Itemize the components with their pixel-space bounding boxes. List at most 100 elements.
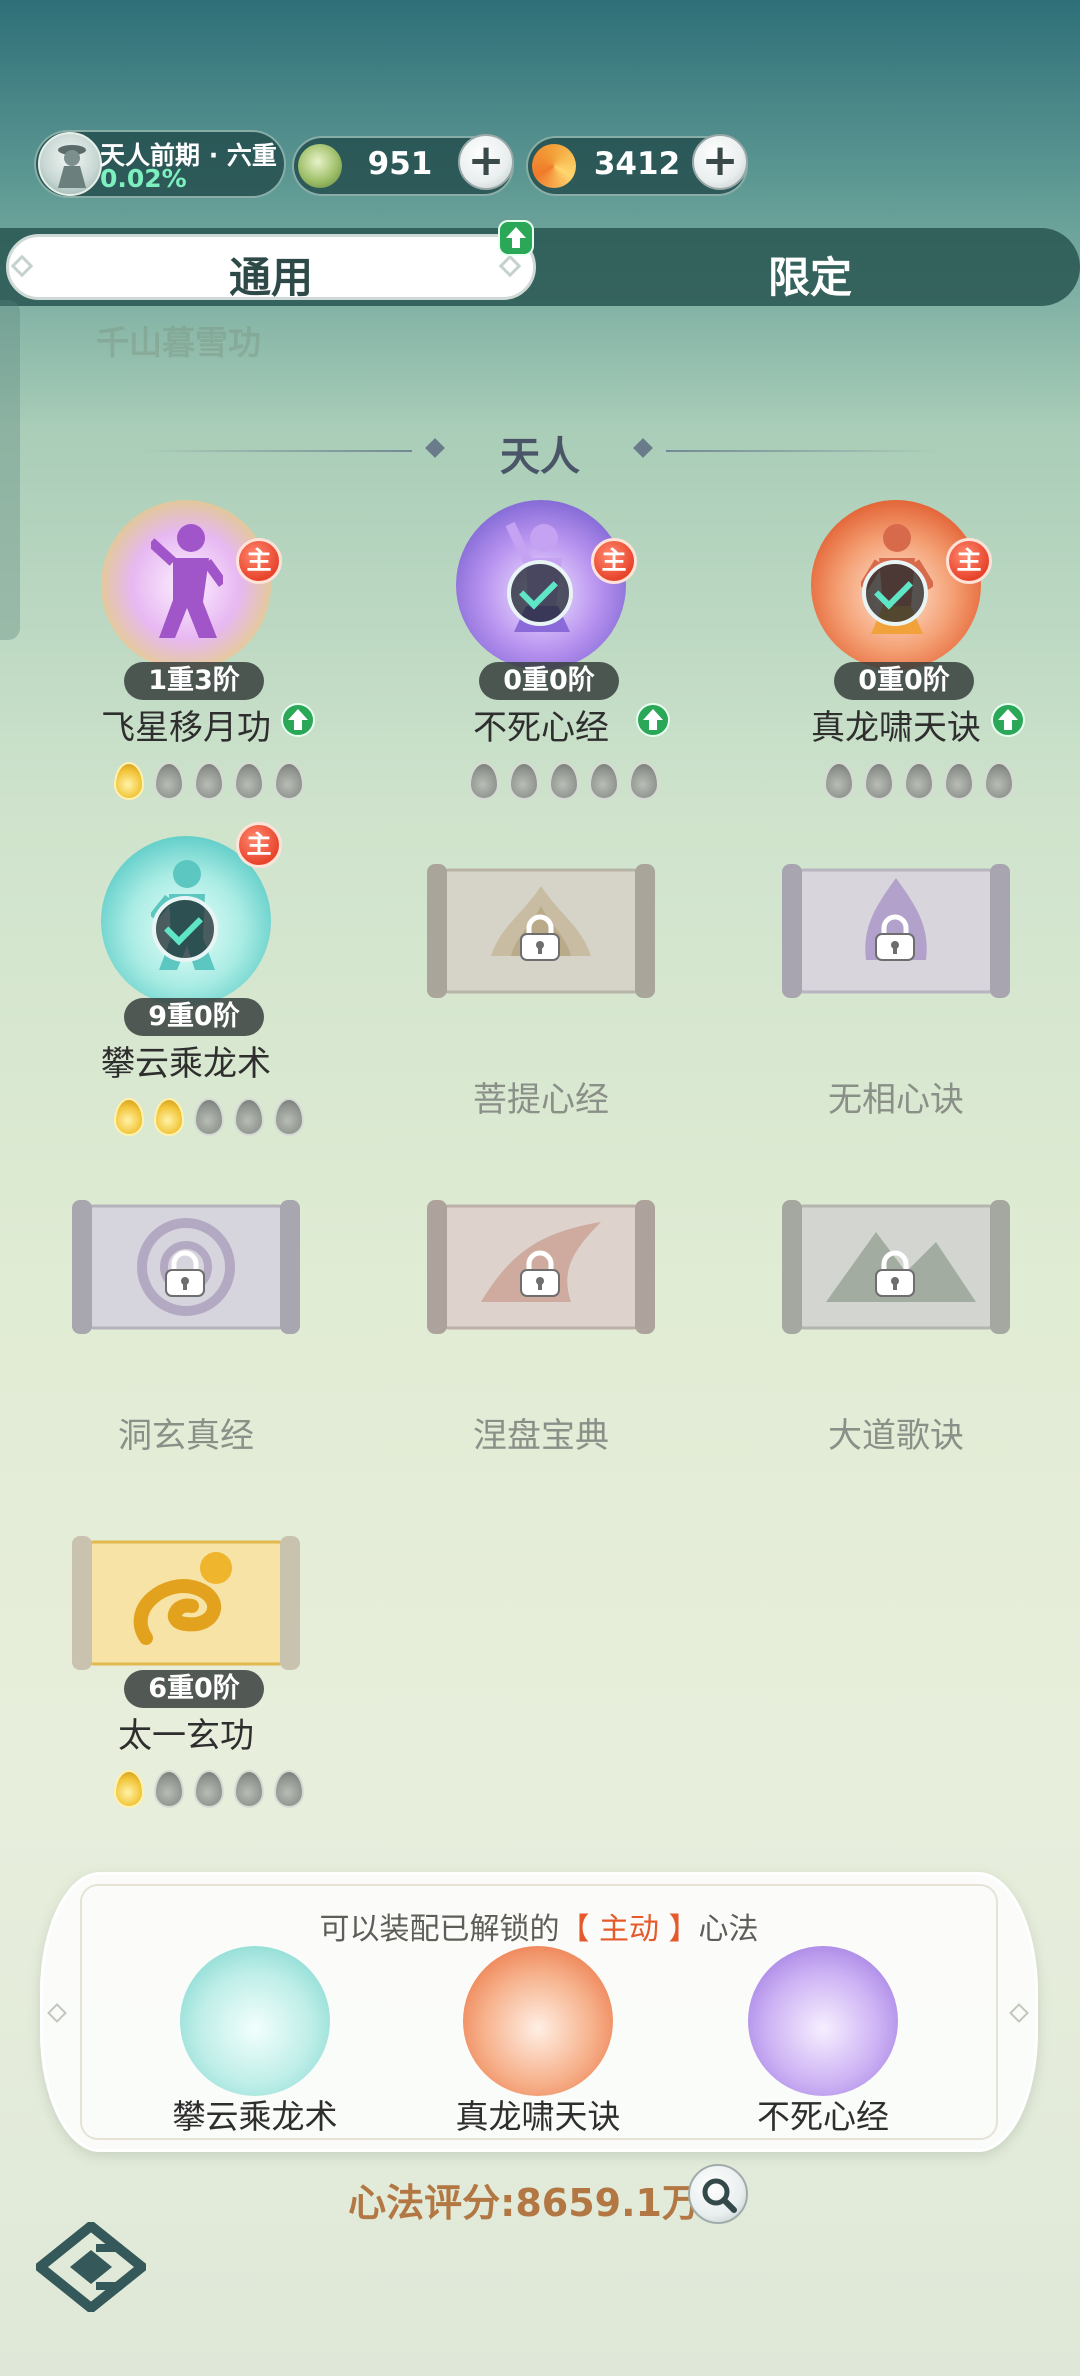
drop-empty-icon xyxy=(154,1770,184,1808)
drop-empty-icon xyxy=(234,762,264,800)
skill-score: 心法评分:8659.1万 xyxy=(348,2181,700,2225)
drop-filled-icon xyxy=(114,762,144,800)
skill-name: 大道歌诀 xyxy=(828,1416,964,1456)
drop-filled-icon xyxy=(114,1098,144,1136)
drop-empty-icon xyxy=(234,1098,264,1136)
skill-name: 涅盘宝典 xyxy=(473,1416,609,1456)
loadout-slot-1-name: 攀云乘龙术 xyxy=(172,2097,338,2136)
section-ornament-left xyxy=(425,438,445,458)
loadout-slot-3-name: 不死心经 xyxy=(757,2097,889,2136)
section-ornament-right xyxy=(633,438,653,458)
lock-icon xyxy=(520,1250,560,1297)
drop-empty-icon xyxy=(234,1770,264,1808)
search-icon xyxy=(702,2178,737,2213)
drop-empty-icon xyxy=(154,762,184,800)
skill-card-dadao[interactable]: 大道歌诀 xyxy=(746,1162,1046,1492)
resource-1-value: 951 xyxy=(367,146,433,182)
drop-empty-icon xyxy=(589,762,619,800)
drop-empty-icon xyxy=(944,762,974,800)
drop-empty-icon xyxy=(864,762,894,800)
main-skill-badge: 主 xyxy=(236,822,282,868)
star-drops xyxy=(469,762,669,802)
character-avatar[interactable] xyxy=(38,132,102,196)
lock-icon xyxy=(520,914,560,961)
lock-icon xyxy=(165,1250,205,1297)
upgrade-arrow-icon xyxy=(991,703,1025,737)
tab-limited[interactable]: 限定 xyxy=(560,244,1060,305)
drop-empty-icon xyxy=(469,762,499,800)
skill-name: 洞玄真经 xyxy=(118,1416,254,1456)
score-detail-button[interactable] xyxy=(688,2164,748,2224)
drop-empty-icon xyxy=(274,762,304,800)
main-skill-badge: 主 xyxy=(946,538,992,584)
skill-rank: 9重0阶 xyxy=(124,998,264,1036)
tab-general-label[interactable]: 通用 xyxy=(6,244,536,305)
skill-name: 攀云乘龙术 xyxy=(101,1044,271,1084)
equipped-check-icon xyxy=(862,560,928,626)
drop-empty-icon xyxy=(904,762,934,800)
main-skill-badge: 主 xyxy=(591,538,637,584)
drop-empty-icon xyxy=(629,762,659,800)
drop-empty-icon xyxy=(194,1098,224,1136)
drop-filled-icon xyxy=(114,1770,144,1808)
skill-orb xyxy=(101,500,271,670)
drop-empty-icon xyxy=(824,762,854,800)
drop-empty-icon xyxy=(194,1770,224,1808)
equipped-check-icon xyxy=(507,560,573,626)
skill-card-feixing[interactable]: 主 1重3阶 飞星移月功 xyxy=(36,490,336,820)
skill-name: 太一玄功 xyxy=(118,1716,254,1756)
section-title: 天人 xyxy=(500,434,580,480)
drop-empty-icon xyxy=(984,762,1014,800)
star-drops xyxy=(114,1770,314,1810)
skill-card-panyun[interactable]: 主 9重0阶 攀云乘龙术 xyxy=(36,822,336,1156)
section-divider-right xyxy=(666,450,938,452)
skill-card-zhenlong[interactable]: 主 0重0阶 真龙啸天诀 xyxy=(746,490,1046,820)
equipped-check-icon xyxy=(152,896,218,962)
realm-progress: 0.02% xyxy=(100,164,187,193)
drop-filled-icon xyxy=(154,1098,184,1136)
loadout-tip: 可以装配已解锁的【 主动 】心法 xyxy=(319,1912,759,1947)
add-resource-1-button[interactable]: + xyxy=(458,134,514,190)
skill-rank: 0重0阶 xyxy=(834,662,974,700)
loadout-slot-1[interactable] xyxy=(180,1946,330,2096)
dragon-scroll-icon xyxy=(72,1536,300,1670)
skill-card-wuxiang[interactable]: 无相心诀 xyxy=(746,826,1046,1156)
martial-figure-icon xyxy=(151,524,223,638)
upgrade-arrow-icon xyxy=(498,220,534,256)
star-drops xyxy=(824,762,1024,802)
jade-gourd-icon xyxy=(298,144,342,188)
skill-name: 菩提心经 xyxy=(473,1080,609,1120)
drop-empty-icon xyxy=(274,1770,304,1808)
loadout-slot-3[interactable] xyxy=(748,1946,898,2096)
character-figure-icon xyxy=(58,145,86,188)
section-divider-left xyxy=(140,450,412,452)
previous-section-label: 千山暮雪功 xyxy=(96,323,261,362)
skill-card-dongxuan[interactable]: 洞玄真经 xyxy=(36,1162,336,1492)
scroll-indicator[interactable] xyxy=(0,300,20,640)
spirit-swirl-icon xyxy=(532,144,576,188)
add-resource-2-button[interactable]: + xyxy=(692,134,748,190)
drop-empty-icon xyxy=(549,762,579,800)
star-drops xyxy=(114,762,314,802)
drop-empty-icon xyxy=(509,762,539,800)
main-skill-badge: 主 xyxy=(236,538,282,584)
lock-icon xyxy=(875,1250,915,1297)
loadout-slot-2-name: 真龙啸天诀 xyxy=(455,2097,621,2136)
drop-empty-icon xyxy=(194,762,224,800)
skill-rank: 1重3阶 xyxy=(124,662,264,700)
game-menu-icon[interactable] xyxy=(36,2222,146,2312)
resource-2-value: 3412 xyxy=(593,146,681,182)
skill-rank: 0重0阶 xyxy=(479,662,619,700)
drop-empty-icon xyxy=(274,1098,304,1136)
skill-card-puti[interactable]: 菩提心经 xyxy=(391,826,691,1156)
skill-rank: 6重0阶 xyxy=(124,1670,264,1708)
upgrade-arrow-icon xyxy=(281,703,315,737)
loadout-slot-2[interactable] xyxy=(463,1946,613,2096)
skill-name: 无相心诀 xyxy=(828,1080,964,1120)
skill-card-niepan[interactable]: 涅盘宝典 xyxy=(391,1162,691,1492)
skill-card-busi[interactable]: 主 0重0阶 不死心经 xyxy=(391,490,691,820)
lock-icon xyxy=(875,914,915,961)
upgrade-arrow-icon xyxy=(636,703,670,737)
skill-card-taiyi[interactable]: 6重0阶 太一玄功 xyxy=(36,1498,336,1828)
star-drops xyxy=(114,1098,314,1138)
